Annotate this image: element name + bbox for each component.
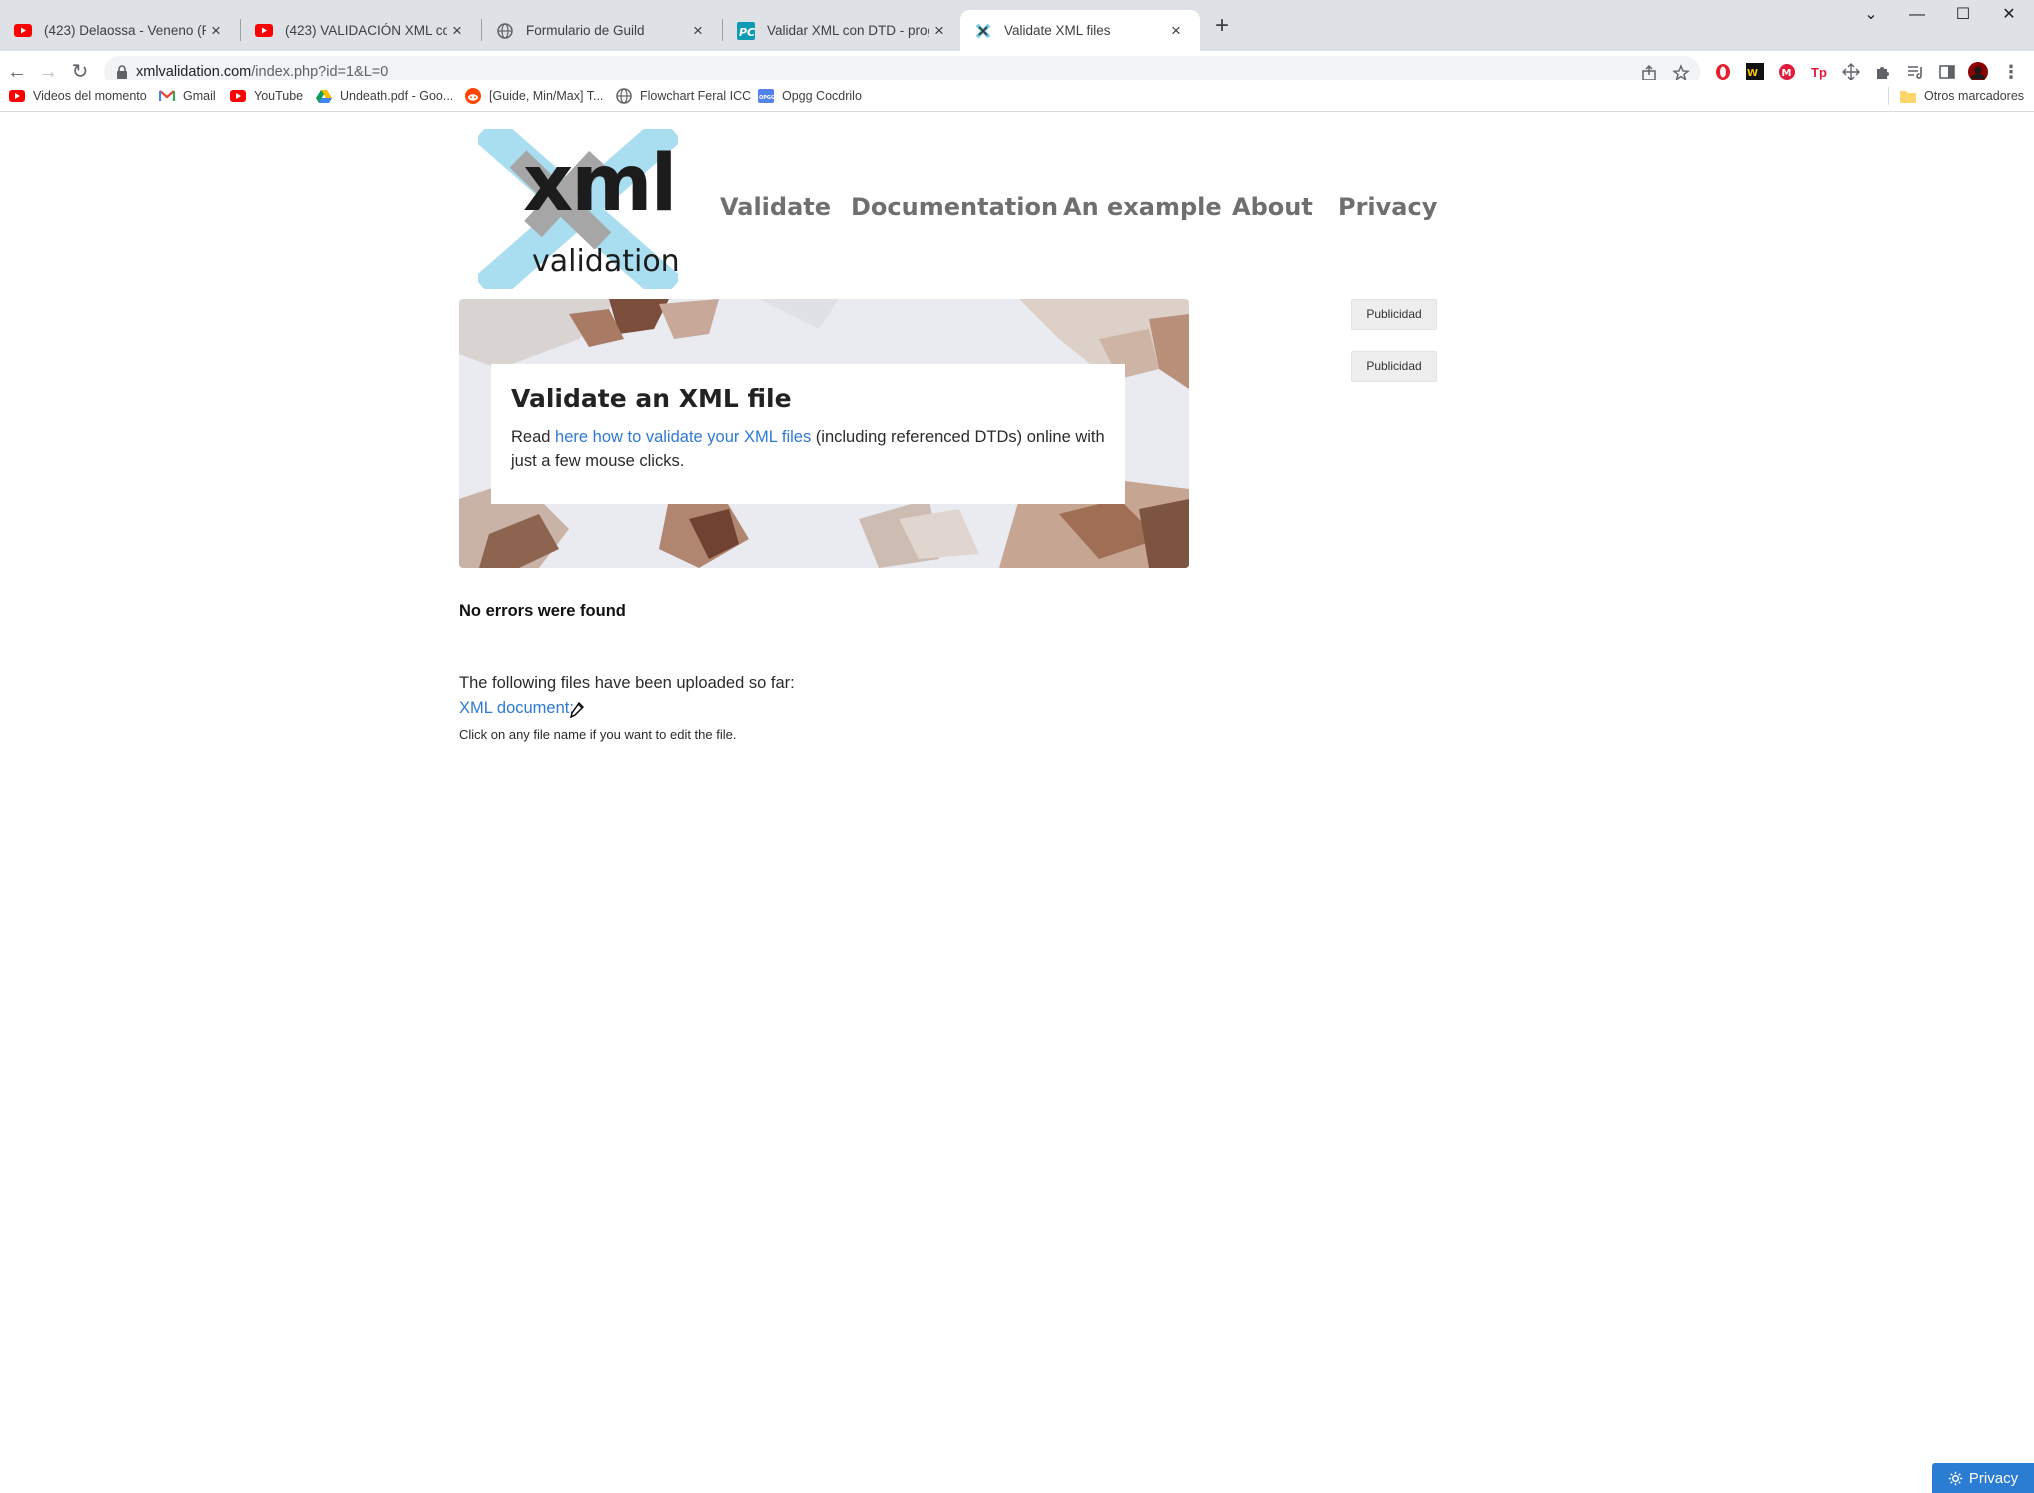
xml-document-link[interactable]: XML document:	[459, 699, 574, 718]
bookmark-label: Otros marcadores	[1924, 89, 2025, 103]
browser-tab[interactable]: Formulario de Guild ×	[482, 10, 722, 51]
close-tab-icon[interactable]: ×	[688, 21, 708, 41]
ad-placeholder[interactable]: Publicidad	[1351, 299, 1437, 330]
menu-kebab-icon[interactable]: ⋮	[2001, 62, 2021, 82]
m-extension-icon[interactable]: M	[1777, 62, 1797, 82]
logo-wordmark: xml	[523, 139, 677, 229]
bookmark-item[interactable]: Gmail	[159, 80, 216, 112]
web-page: xml validation Validate Documentation An…	[0, 113, 2034, 1493]
uploaded-files-text: The following files have been uploaded s…	[459, 674, 795, 692]
bookmark-item[interactable]: Flowchart Feral ICC	[616, 80, 751, 112]
privacy-settings-button[interactable]: Privacy	[1932, 1463, 2034, 1493]
browser-tab-strip: (423) Delaossa - Veneno (Prod. K × (423)…	[0, 0, 2034, 51]
drive-icon	[316, 88, 332, 104]
pencil-cursor-icon	[570, 702, 584, 718]
site-logo[interactable]: xml validation	[478, 129, 680, 289]
gear-icon	[1948, 1471, 1963, 1485]
ad-placeholder[interactable]: Publicidad	[1351, 351, 1437, 382]
svg-text:W: W	[1747, 68, 1758, 79]
tab-title: Formulario de Guild	[526, 23, 645, 38]
reddit-icon	[465, 88, 481, 104]
hero-banner: Validate an XML file Read here how to va…	[459, 299, 1189, 568]
svg-text:OPGG: OPGG	[759, 95, 774, 101]
globe-icon	[616, 88, 632, 104]
side-panel-icon[interactable]	[1937, 62, 1957, 82]
media-queue-icon[interactable]	[1905, 62, 1925, 82]
url-path: /index.php?id=1&L=0	[251, 64, 389, 80]
browser-tab-active[interactable]: Validate XML files ×	[960, 10, 1200, 51]
bookmark-label: Undeath.pdf - Goo...	[340, 89, 454, 103]
nav-about[interactable]: About	[1232, 193, 1313, 221]
youtube-icon	[9, 88, 25, 104]
bookmark-label: [Guide, Min/Max] T...	[489, 89, 604, 103]
bookmarks-bar: Videos del momento Gmail YouTube Undeath…	[0, 80, 2034, 112]
hero-card: Validate an XML file Read here how to va…	[491, 364, 1125, 504]
move-extension-icon[interactable]	[1841, 62, 1861, 82]
bookmark-item[interactable]: Undeath.pdf - Goo...	[316, 80, 453, 112]
url-host: xmlvalidation.com	[136, 64, 252, 80]
youtube-icon	[14, 22, 32, 40]
tab-title: Validar XML con DTD - programa	[767, 23, 929, 38]
nav-validate[interactable]: Validate	[720, 193, 831, 221]
bookmark-label: Flowchart Feral ICC	[640, 89, 752, 103]
close-tab-icon[interactable]: ×	[206, 21, 226, 41]
globe-icon	[496, 22, 514, 40]
browser-tab[interactable]: (423) Delaossa - Veneno (Prod. K ×	[0, 10, 240, 51]
browser-tab[interactable]: PC Validar XML con DTD - programa ×	[723, 10, 963, 51]
privacy-button-label: Privacy	[1968, 1469, 2019, 1487]
wa-extension-icon[interactable]: W	[1745, 62, 1765, 82]
youtube-icon	[255, 22, 273, 40]
tp-extension-icon[interactable]: Tp	[1809, 62, 1829, 82]
nav-an-example[interactable]: An example	[1063, 193, 1222, 221]
folder-icon	[1900, 88, 1916, 104]
bookmark-item[interactable]: Videos del momento	[9, 80, 147, 112]
bookmark-label: Opgg Cocdrilo	[782, 89, 862, 103]
minimize-button[interactable]: —	[1894, 0, 1940, 30]
close-tab-icon[interactable]: ×	[447, 21, 467, 41]
hero-text-before: Read	[511, 428, 556, 446]
svg-text:M: M	[1782, 68, 1792, 79]
bookmark-label: Videos del momento	[33, 89, 147, 103]
svg-text:PC: PC	[739, 26, 755, 39]
hero-description: Read here how to validate your XML files…	[511, 425, 1105, 473]
close-window-button[interactable]: ✕	[1986, 0, 2032, 30]
bookmark-label: Gmail	[183, 89, 216, 103]
bookmark-item[interactable]: [Guide, Min/Max] T...	[465, 80, 603, 112]
close-tab-icon[interactable]: ×	[929, 21, 949, 41]
tab-search-icon[interactable]: ⌄	[1848, 0, 1894, 30]
opgg-icon: OPGG	[758, 88, 774, 104]
bookmark-item[interactable]: OPGG Opgg Cocdrilo	[758, 80, 862, 112]
tab-title: Validate XML files	[1004, 23, 1111, 38]
edit-file-hint: Click on any file name if you want to ed…	[459, 727, 737, 742]
close-tab-icon[interactable]: ×	[1166, 21, 1186, 41]
lock-icon	[117, 65, 127, 79]
tab-title: (423) VALIDACIÓN XML con DTD	[285, 23, 447, 38]
bookmark-label: YouTube	[254, 89, 304, 103]
puzzle-extensions-icon[interactable]	[1873, 62, 1893, 82]
tab-title: (423) Delaossa - Veneno (Prod. K	[44, 23, 206, 38]
bookmark-item[interactable]: YouTube	[230, 80, 303, 112]
opera-extension-icon[interactable]	[1713, 62, 1733, 82]
logo-subtitle: validation	[532, 244, 680, 279]
nav-privacy[interactable]: Privacy	[1338, 193, 1437, 221]
profile-avatar[interactable]	[1968, 62, 1988, 82]
browser-tab[interactable]: (423) VALIDACIÓN XML con DTD ×	[241, 10, 481, 51]
validation-result: No errors were found	[459, 602, 626, 620]
new-tab-button[interactable]: +	[1207, 12, 1237, 42]
other-bookmarks-folder[interactable]: Otros marcadores	[1900, 80, 2024, 112]
bookmark-divider	[1888, 87, 1889, 105]
youtube-icon	[230, 88, 246, 104]
pc-icon: PC	[737, 21, 755, 40]
nav-documentation[interactable]: Documentation	[851, 193, 1058, 221]
how-to-validate-link[interactable]: here how to validate your XML files	[555, 428, 811, 446]
hero-title: Validate an XML file	[511, 384, 792, 413]
maximize-button[interactable]: ☐	[1940, 0, 1986, 30]
xml-validation-icon	[974, 22, 992, 40]
gmail-icon	[159, 88, 175, 104]
